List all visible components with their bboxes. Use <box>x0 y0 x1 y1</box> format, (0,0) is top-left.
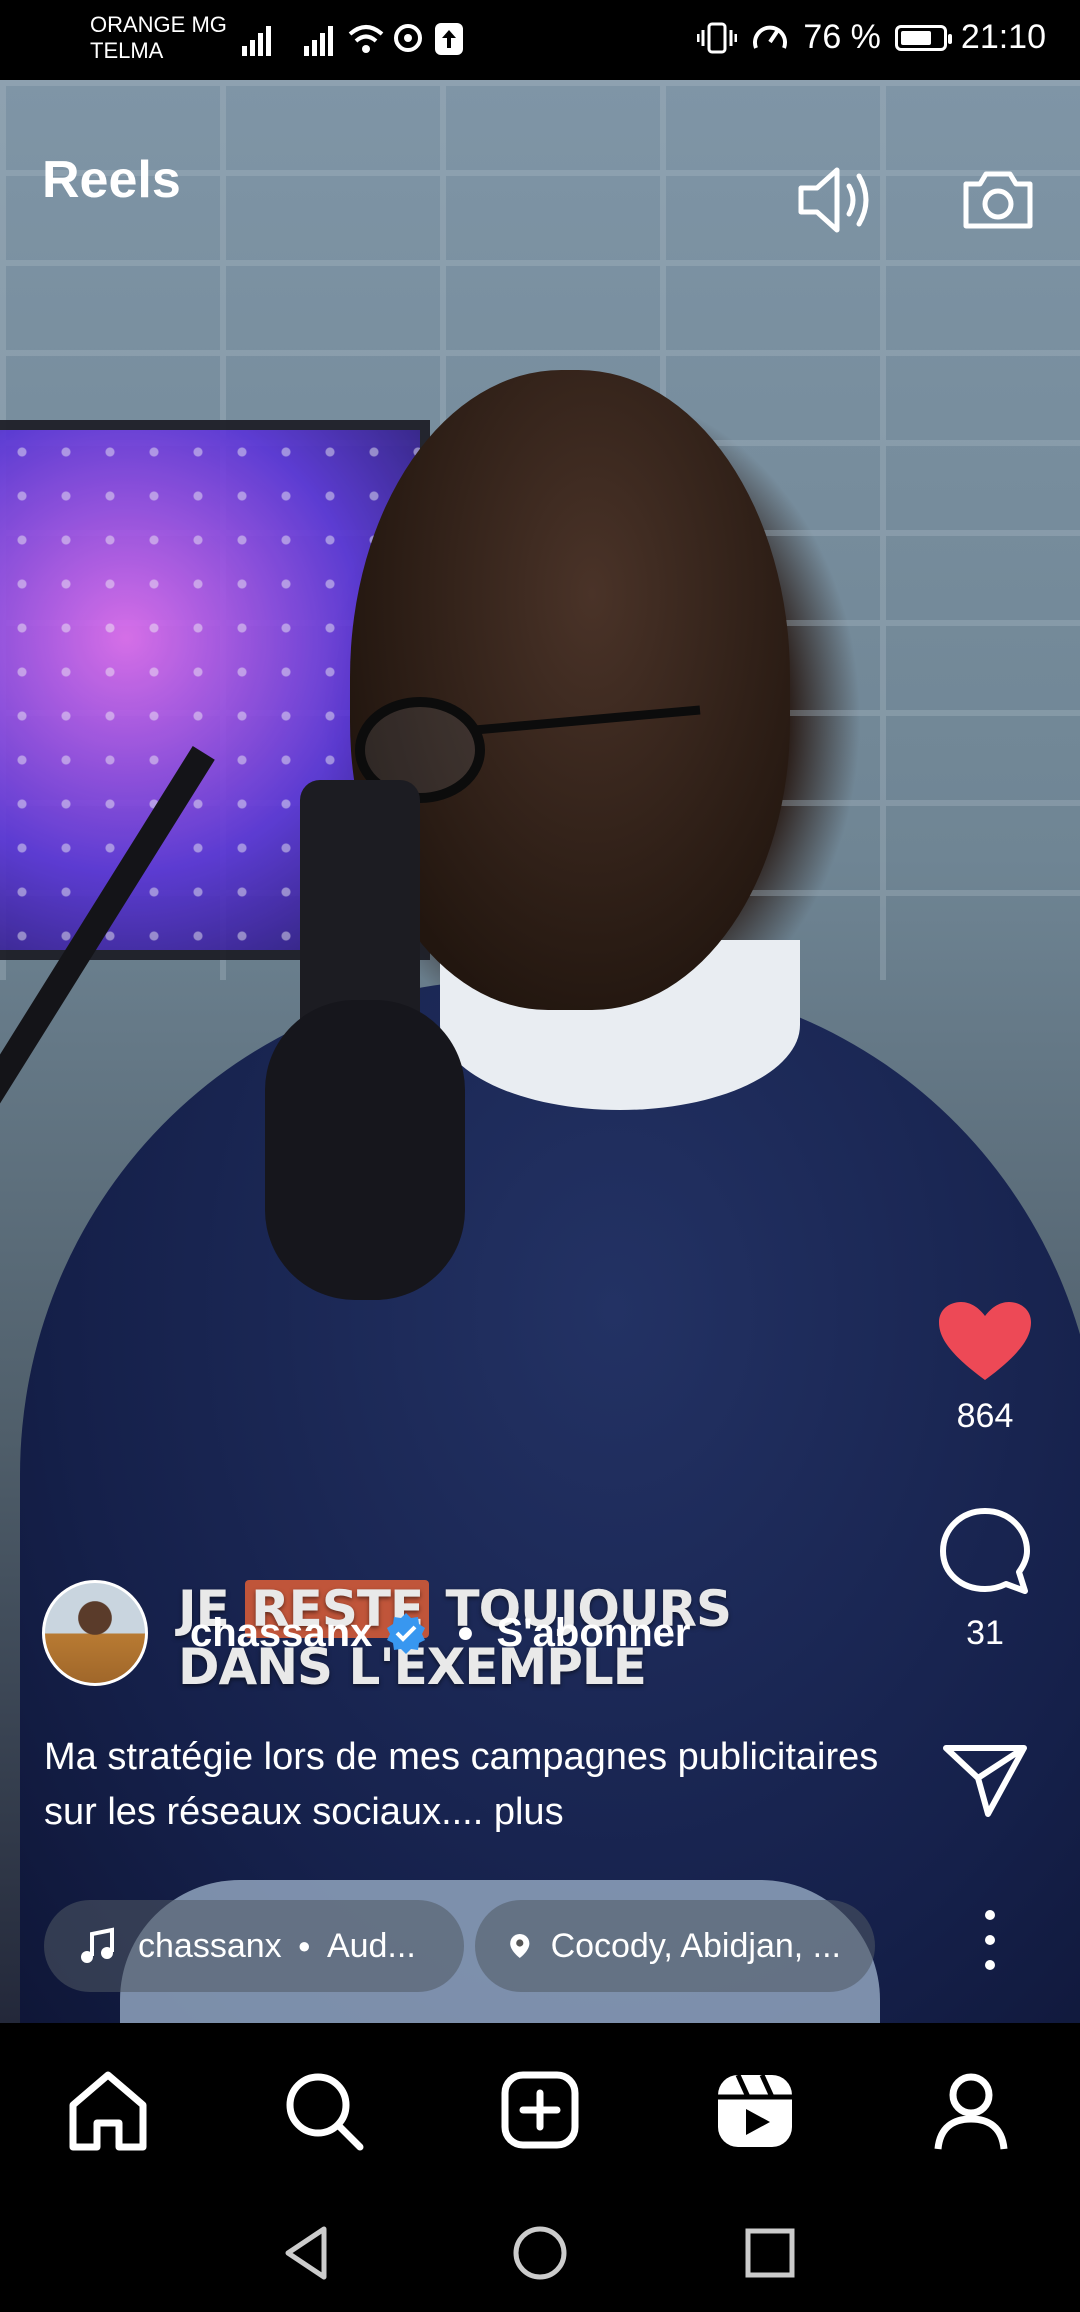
audio-pill[interactable]: chassanx ● Aud... <box>44 1900 464 1992</box>
person-body <box>20 980 1080 2023</box>
wifi-icon <box>348 25 384 53</box>
create-icon[interactable] <box>495 2065 585 2155</box>
page-title: Reels <box>42 151 181 209</box>
clock: 21:10 <box>960 18 1046 56</box>
battery-icon <box>894 24 952 51</box>
reels-icon[interactable] <box>710 2065 800 2155</box>
system-nav <box>0 2193 1080 2312</box>
share-action[interactable] <box>900 1740 1070 1825</box>
signal-icon-2 <box>304 26 333 56</box>
home-icon[interactable] <box>63 2065 153 2155</box>
heart-icon[interactable] <box>937 1300 1033 1384</box>
carrier-label: ORANGE MG TELMA <box>90 12 227 63</box>
location-pill[interactable]: Cocody, Abidjan, ... <box>475 1900 875 1992</box>
username[interactable]: chassanx <box>190 1611 372 1656</box>
location-pin-icon <box>510 1934 530 1958</box>
post-description[interactable]: Ma stratégie lors de mes campagnes publi… <box>44 1730 904 1840</box>
subscribe-button[interactable]: S'abonner <box>496 1611 690 1656</box>
camera-icon[interactable] <box>958 160 1038 240</box>
location-label: Cocody, Abidjan, ... <box>550 1926 841 1965</box>
more-options-icon[interactable] <box>980 1905 1000 1975</box>
search-icon[interactable] <box>278 2065 368 2155</box>
microphone <box>265 1000 465 1300</box>
author-row: chassanx ● S'abonner <box>42 1580 690 1686</box>
bottom-nav <box>0 2023 1080 2193</box>
vibrate-icon <box>697 22 738 53</box>
comment-action[interactable]: 31 <box>900 1505 1070 1653</box>
like-action[interactable]: 864 <box>900 1300 1070 1436</box>
music-note-icon <box>81 1927 114 1963</box>
profile-icon[interactable] <box>926 2065 1016 2155</box>
data-saver-icon <box>394 24 422 52</box>
like-count: 864 <box>956 1397 1014 1435</box>
status-right: 76 % 21:10 <box>697 18 1046 57</box>
verified-badge-icon <box>387 1613 426 1654</box>
comment-count: 31 <box>966 1614 1004 1652</box>
avatar[interactable] <box>42 1580 148 1686</box>
send-icon[interactable] <box>940 1740 1030 1820</box>
audio-title: Aud... <box>326 1926 416 1965</box>
audio-author: chassanx <box>138 1926 282 1965</box>
signal-icon <box>242 26 271 56</box>
speed-icon <box>753 25 788 49</box>
home-circle-icon[interactable] <box>510 2223 570 2283</box>
battery-percent: 76 % <box>803 18 881 56</box>
recents-icon[interactable] <box>740 2223 800 2283</box>
upload-icon <box>435 23 463 55</box>
back-icon[interactable] <box>278 2223 338 2283</box>
status-bar: ORANGE MG TELMA 76 % 21:10 <box>0 0 1080 80</box>
speaker-icon[interactable] <box>795 160 875 240</box>
comment-icon[interactable] <box>937 1505 1033 1601</box>
